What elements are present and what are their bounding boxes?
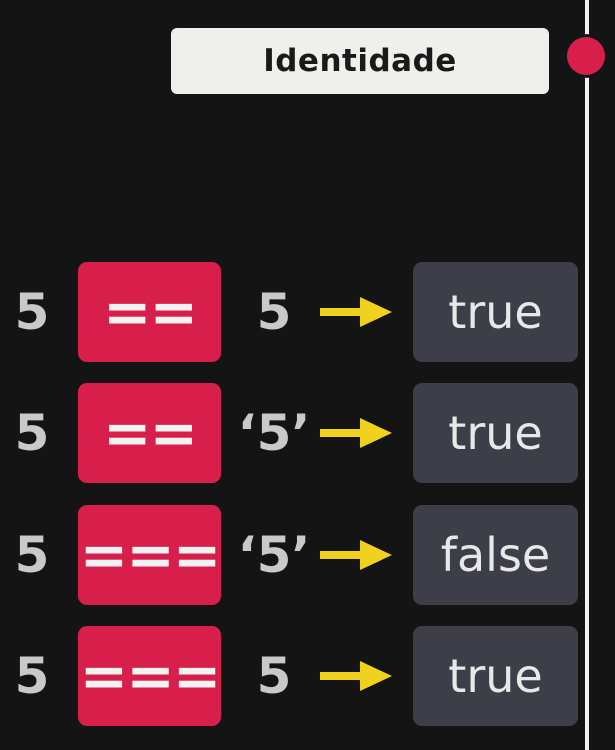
- right-operand: ‘5’: [237, 526, 311, 584]
- operator-box: ===: [78, 505, 221, 605]
- arrow-right-icon: [320, 297, 392, 327]
- page-title: Identidade: [263, 43, 457, 79]
- arrow-right-icon: [320, 418, 392, 448]
- result-box: false: [413, 505, 578, 605]
- comparison-row: 5 === 5 true: [0, 626, 615, 726]
- left-operand: 5: [14, 647, 50, 705]
- arrow-right-icon: [320, 661, 392, 691]
- result-box: true: [413, 262, 578, 362]
- left-operand: 5: [14, 283, 50, 341]
- title-banner: Identidade: [171, 28, 549, 94]
- left-operand: 5: [14, 526, 50, 584]
- comparison-row: 5 == ‘5’ true: [0, 383, 615, 483]
- result-box: true: [413, 626, 578, 726]
- arrow-right-icon: [320, 540, 392, 570]
- result-value: true: [448, 406, 543, 460]
- operator-box: ==: [78, 262, 221, 362]
- operator-box: ==: [78, 383, 221, 483]
- result-value: true: [448, 285, 543, 339]
- operator-box: ===: [78, 626, 221, 726]
- result-value: false: [440, 528, 551, 582]
- comparison-row: 5 === ‘5’ false: [0, 505, 615, 605]
- left-operand: 5: [14, 404, 50, 462]
- timeline-dot: [567, 37, 605, 75]
- comparison-row: 5 == 5 true: [0, 262, 615, 362]
- result-value: true: [448, 649, 543, 703]
- operator-symbol: ==: [102, 278, 198, 346]
- right-operand: ‘5’: [237, 404, 311, 462]
- operator-symbol: ===: [79, 521, 222, 589]
- operator-symbol: ===: [79, 642, 222, 710]
- result-box: true: [413, 383, 578, 483]
- right-operand: 5: [256, 283, 292, 341]
- right-operand: 5: [256, 647, 292, 705]
- operator-symbol: ==: [102, 399, 198, 467]
